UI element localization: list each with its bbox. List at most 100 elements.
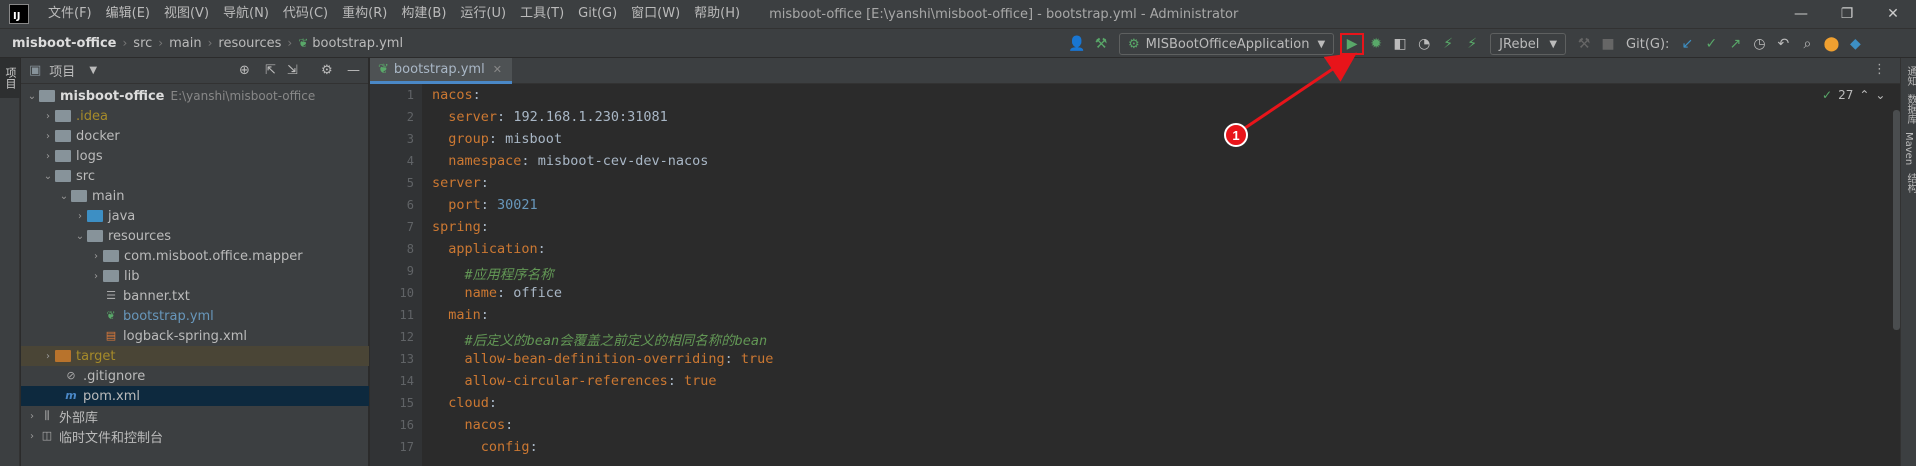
chevron-down-icon[interactable]: ▼ (89, 65, 97, 76)
update-icon[interactable]: ⬤ (1819, 33, 1843, 55)
tree-item-java[interactable]: › java (21, 206, 369, 226)
tab-bootstrap-yml[interactable]: ❦ bootstrap.yml ✕ (370, 58, 512, 84)
jrebel-select[interactable]: JRebel ▼ (1490, 33, 1567, 55)
locate-icon[interactable]: ⊕ (239, 63, 250, 78)
menu-file[interactable]: 文件(F) (41, 0, 99, 28)
git-push-icon[interactable]: ↗ (1723, 33, 1747, 55)
expand-all-icon[interactable]: ⇲ (287, 63, 298, 78)
tree-item-label: banner.txt (123, 288, 190, 304)
breadcrumb-resources[interactable]: resources (218, 36, 281, 51)
debug-bug-icon[interactable]: ✹ (1364, 33, 1388, 55)
tree-item-main[interactable]: ⌄ main (21, 186, 369, 206)
yaml-key: cloud (448, 395, 489, 411)
breadcrumb-src[interactable]: src (133, 36, 152, 51)
stop-icon[interactable]: ■ (1596, 33, 1620, 55)
yaml-key: name (464, 285, 498, 301)
profiler-icon[interactable]: ◔ (1412, 33, 1436, 55)
resources-folder-icon (87, 230, 103, 242)
tree-item-banner[interactable]: ☰ banner.txt (21, 286, 369, 306)
tree-item-resources[interactable]: ⌄ resources (21, 226, 369, 246)
search-icon[interactable]: ⌕ (1795, 33, 1819, 55)
rollback-icon[interactable]: ↶ (1771, 33, 1795, 55)
menu-help[interactable]: 帮助(H) (687, 0, 747, 28)
close-icon[interactable]: ✕ (493, 63, 502, 76)
hammer-disabled-icon[interactable]: ⚒ (1572, 33, 1596, 55)
tree-item-scratches[interactable]: › ◫ 临时文件和控制台 (21, 426, 369, 446)
menu-build[interactable]: 构建(B) (394, 0, 453, 28)
chevron-right-icon: › (46, 150, 50, 162)
editor-scrollbar[interactable] (1893, 110, 1900, 330)
tree-item-target[interactable]: › target (21, 346, 369, 366)
tree-item-logs[interactable]: › logs (21, 146, 369, 166)
plugin-icon[interactable]: ◆ (1843, 33, 1867, 55)
notifications-tab[interactable]: 通知 (1903, 66, 1916, 86)
tree-item-label: logback-spring.xml (123, 328, 247, 344)
menu-view[interactable]: 视图(V) (157, 0, 216, 28)
menu-window[interactable]: 窗口(W) (624, 0, 687, 28)
chevron-down-icon[interactable]: ⌄ (1875, 88, 1885, 102)
structure-tab[interactable]: 结构 (1903, 173, 1916, 193)
minimize-icon[interactable]: — (1778, 0, 1824, 28)
more-icon[interactable]: ⋮ (1873, 62, 1886, 77)
menu-git[interactable]: Git(G) (571, 0, 624, 28)
coverage-icon[interactable]: ◧ (1388, 33, 1412, 55)
tree-item-lib[interactable]: › lib (21, 266, 369, 286)
code-editor[interactable]: nacos: server: 192.168.1.230:31081 group… (422, 84, 1900, 466)
tree-item-external-libraries[interactable]: › ⫼ 外部库 (21, 406, 369, 426)
jrebel-run-icon[interactable]: ⚡ (1436, 33, 1460, 55)
menu-refactor[interactable]: 重构(R) (335, 0, 394, 28)
code-line: nacos: (464, 417, 514, 433)
tree-item-pom[interactable]: m pom.xml (21, 386, 369, 406)
hide-icon[interactable]: — (347, 63, 360, 78)
code-line: config: (480, 439, 538, 455)
line-number: 17 (399, 440, 414, 454)
menu-edit[interactable]: 编辑(E) (99, 0, 157, 28)
tree-item-project-root[interactable]: ⌄ misboot-office E:\yanshi\misboot-offic… (21, 86, 369, 106)
chevron-up-icon[interactable]: ⌃ (1859, 88, 1869, 102)
folder-icon (55, 150, 71, 162)
tree-item-logback[interactable]: ▤ logback-spring.xml (21, 326, 369, 346)
tree-item-bootstrap[interactable]: ❦ bootstrap.yml (21, 306, 369, 326)
history-icon[interactable]: ◷ (1747, 33, 1771, 55)
build-hammer-icon[interactable]: ⚒ (1089, 33, 1113, 55)
jrebel-debug-icon[interactable]: ⚡ (1460, 33, 1484, 55)
intellij-logo-icon[interactable]: IJ (9, 4, 29, 24)
line-number: 4 (406, 154, 414, 168)
maven-tab[interactable]: Maven (1903, 132, 1914, 165)
user-icon[interactable]: 👤 (1065, 33, 1089, 55)
breadcrumb-main[interactable]: main (169, 36, 201, 51)
database-tab[interactable]: 数据库 (1903, 94, 1916, 124)
project-tool-tab[interactable]: 项目 (0, 58, 20, 98)
excluded-folder-icon (55, 350, 71, 362)
tree-item-mapper[interactable]: › com.misboot.office.mapper (21, 246, 369, 266)
chevron-right-icon: › (30, 430, 34, 442)
restore-icon[interactable]: ❐ (1824, 0, 1870, 28)
git-commit-icon[interactable]: ✓ (1699, 33, 1723, 55)
breadcrumb-project[interactable]: misboot-office (12, 36, 116, 51)
chevron-down-icon: ⌄ (27, 90, 37, 102)
menu-code[interactable]: 代码(C) (276, 0, 335, 28)
menu-tools[interactable]: 工具(T) (513, 0, 571, 28)
tree-item-gitignore[interactable]: ⊘ .gitignore (21, 366, 369, 386)
tree-item-label: java (108, 208, 136, 224)
git-update-icon[interactable]: ↙ (1675, 33, 1699, 55)
tree-item-label: src (76, 168, 95, 184)
tree-item-docker[interactable]: › docker (21, 126, 369, 146)
yaml-key: nacos (464, 417, 506, 433)
inspection-widget[interactable]: ✓ 27 ⌃ ⌄ (1822, 88, 1885, 102)
run-configuration-select[interactable]: ⚙ MISBootOfficeApplication ▼ (1119, 33, 1335, 55)
chevron-right-icon: › (207, 36, 213, 50)
code-line: nacos: (432, 87, 481, 103)
close-icon[interactable]: ✕ (1870, 0, 1916, 28)
menu-navigate[interactable]: 导航(N) (216, 0, 276, 28)
tree-item-src[interactable]: ⌄ src (21, 166, 369, 186)
code-line: #应用程序名称 (432, 263, 554, 283)
tree-item-idea[interactable]: › .idea (21, 106, 369, 126)
gear-icon[interactable]: ⚙ (321, 63, 333, 78)
collapse-all-icon[interactable]: ⇱ (265, 63, 276, 78)
folder-icon (55, 170, 71, 182)
window-controls: — ❐ ✕ (1778, 0, 1916, 28)
menu-run[interactable]: 运行(U) (453, 0, 513, 28)
breadcrumb-file[interactable]: bootstrap.yml (312, 36, 403, 51)
run-button[interactable]: ▶ (1340, 33, 1365, 55)
